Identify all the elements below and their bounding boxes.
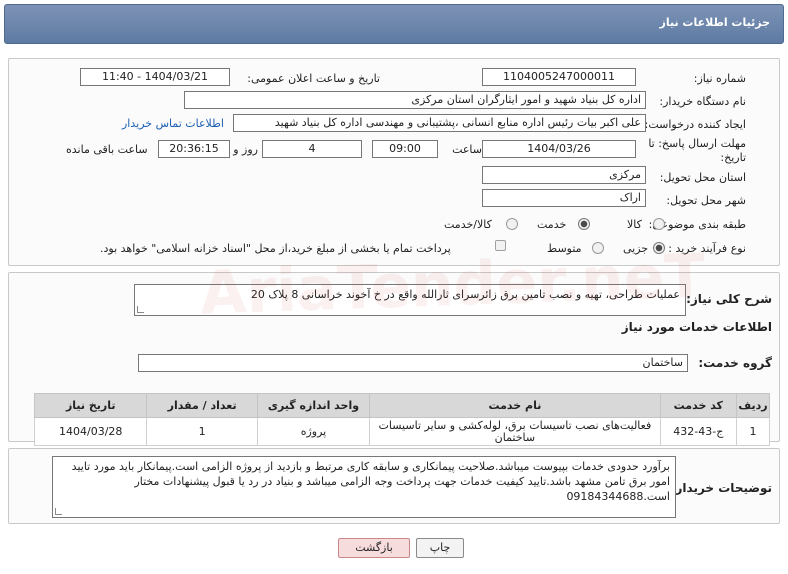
category-option-goods-service: کالا/خدمت [444, 218, 492, 231]
table-header-row: ردیف کد خدمت نام خدمت واحد اندازه گیری ت… [33, 393, 770, 418]
service-group-field[interactable]: ساختمان [138, 354, 688, 372]
buyer-notes-label: توضیحات خریدار: [670, 481, 772, 495]
city-field[interactable]: اراک [482, 189, 646, 207]
cell-row: 1 [736, 417, 770, 446]
deadline-date-field[interactable]: 1404/03/26 [482, 140, 636, 158]
print-button[interactable]: چاپ [416, 538, 464, 558]
cell-qty: 1 [146, 417, 258, 446]
buyer-label: نام دستگاه خریدار: [659, 95, 746, 108]
category-radio-goods-service[interactable] [506, 218, 518, 230]
remaining-time-field[interactable]: 20:36:15 [158, 140, 230, 158]
creator-label: ایجاد کننده درخواست: [644, 118, 746, 131]
col-header-name: نام خدمت [369, 393, 661, 418]
category-radio-goods[interactable] [653, 218, 665, 230]
service-group-label: گروه خدمت: [698, 356, 772, 370]
col-header-qty: تعداد / مقدار [146, 393, 258, 418]
days-field[interactable]: 4 [262, 140, 362, 158]
need-number-field[interactable]: 1104005247000011 [482, 68, 636, 86]
resize-grip-icon[interactable] [137, 306, 144, 313]
table-row: 1 ج-43-432 فعالیت‌های نصب تاسیسات برق، ل… [33, 417, 770, 446]
services-table-wrap: ردیف کد خدمت نام خدمت واحد اندازه گیری ت… [33, 393, 770, 446]
col-header-unit: واحد اندازه گیری [256, 393, 371, 418]
deadline-label: مهلت ارسال پاسخ: تا تاریخ: [648, 137, 746, 164]
page-title: جزئیات اطلاعات نیاز [659, 16, 771, 29]
province-field[interactable]: مرکزی [482, 166, 646, 184]
buyer-notes-text: برآورد حدودی خدمات بپیوست میباشد.صلاحیت … [71, 460, 670, 503]
buyer-contact-link[interactable]: اطلاعات تماس خریدار [122, 117, 224, 130]
col-header-code: کد خدمت [659, 393, 738, 418]
days-label: روز و [233, 143, 258, 156]
category-option-service: خدمت [537, 218, 567, 231]
creator-field[interactable]: علی اکبر بیات رئیس اداره منابع انسانی ،پ… [233, 114, 646, 132]
cell-code: ج-43-432 [659, 417, 738, 446]
services-section-title: اطلاعات خدمات مورد نیاز [621, 320, 772, 334]
cell-unit: پروژه [256, 417, 371, 446]
deadline-time-label: ساعت [452, 143, 482, 156]
services-table: ردیف کد خدمت نام خدمت واحد اندازه گیری ت… [33, 393, 770, 446]
cell-date: 1404/03/28 [33, 417, 148, 446]
category-option-goods: کالا [627, 218, 642, 231]
cell-name: فعالیت‌های نصب تاسیسات برق، لوله‌کشی و س… [369, 417, 661, 446]
province-label: استان محل تحویل: [659, 171, 746, 184]
back-button[interactable]: بازگشت [338, 538, 410, 558]
buyer-field[interactable]: اداره کل بنیاد شهید و امور ایثارگران است… [184, 91, 646, 109]
announce-field[interactable]: 1404/03/21 - 11:40 [80, 68, 230, 86]
category-radio-service[interactable] [578, 218, 590, 230]
col-header-date: تاریخ نیاز [33, 393, 148, 418]
deadline-time-field[interactable]: 09:00 [372, 140, 438, 158]
need-number-label: شماره نیاز: [693, 72, 746, 85]
buyer-notes-textarea[interactable]: برآورد حدودی خدمات بپیوست میباشد.صلاحیت … [52, 456, 676, 518]
resize-grip-icon[interactable] [55, 508, 62, 515]
announce-label: تاریخ و ساعت اعلان عمومی: [247, 72, 380, 85]
col-header-row: ردیف [736, 393, 770, 418]
city-label: شهر محل تحویل: [666, 194, 746, 207]
remaining-label: ساعت باقی مانده [66, 143, 148, 156]
